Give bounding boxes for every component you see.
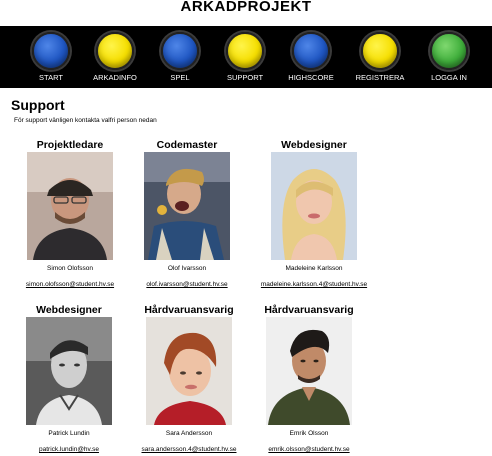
person-card: Webdesigner Patrick Lundin patrick.lundi… — [9, 304, 129, 456]
page-title: Support — [11, 97, 65, 113]
person-photo — [26, 317, 112, 425]
person-role: Webdesigner — [36, 304, 102, 316]
nav-start-label: START — [39, 73, 63, 82]
person-card: Hårdvaruansvarig Emrik Olsson emrik.olss… — [249, 304, 369, 456]
nav-arkadinfo[interactable]: ARKADINFO — [80, 26, 150, 88]
nav-registrera-button-icon — [361, 32, 399, 70]
nav-logga-in-button-icon — [430, 32, 468, 70]
person-name: Patrick Lundin — [48, 430, 90, 437]
person-name: Sara Andersson — [165, 430, 213, 437]
nav-highscore[interactable]: HIGHSCORE — [276, 26, 346, 88]
nav-highscore-button-icon — [292, 32, 330, 70]
person-photo — [271, 152, 357, 260]
person-name: Olof Ivarsson — [167, 265, 207, 272]
person-email-link[interactable]: madeleine.karlsson.4@student.hv.se — [261, 281, 367, 288]
person-role: Hårdvaruansvarig — [264, 304, 354, 316]
person-card: Projektledare Simon Olofsson simon.olofs… — [10, 139, 130, 291]
person-card: Hårdvaruansvarig Sara Andersson sara.and… — [129, 304, 249, 456]
nav-highscore-label: HIGHSCORE — [288, 73, 334, 82]
person-role: Codemaster — [156, 139, 218, 151]
nav-registrera-label: REGISTRERA — [355, 73, 405, 82]
person-email-link[interactable]: patrick.lundin@hv.se — [39, 446, 99, 453]
site-title: ARKADPROJEKT — [180, 0, 312, 15]
nav-arkadinfo-button-icon — [96, 32, 134, 70]
person-role: Projektledare — [36, 139, 104, 151]
person-card: Webdesigner Madeleine Karlsson madeleine… — [254, 139, 374, 291]
person-email-link[interactable]: simon.olofsson@student.hv.se — [26, 281, 114, 288]
nav-support-label: SUPPORT — [226, 73, 264, 82]
nav-spel-button-icon — [161, 32, 199, 70]
nav-logga-in-label: LOGGA IN — [431, 73, 467, 82]
person-photo — [266, 317, 352, 425]
person-name: Madeleine Karlsson — [285, 265, 343, 272]
nav-start-button-icon — [32, 32, 70, 70]
person-photo — [27, 152, 113, 260]
main-navigation: START ARKADINFO SPEL SUPPORT HIGHSCORE R… — [0, 26, 492, 88]
nav-spel[interactable]: SPEL — [145, 26, 215, 88]
person-role: Webdesigner — [281, 139, 347, 151]
person-photo — [144, 152, 230, 260]
nav-arkadinfo-label: ARKADINFO — [93, 73, 137, 82]
nav-spel-label: SPEL — [170, 73, 190, 82]
person-name: Emrik Olsson — [289, 430, 329, 437]
person-email-link[interactable]: emrik.olsson@student.hv.se — [268, 446, 349, 453]
person-email-link[interactable]: sara.andersson.4@student.hv.se — [141, 446, 236, 453]
person-card: Codemaster Olof Ivarsson olof.ivarsson@s… — [127, 139, 247, 291]
person-photo — [146, 317, 232, 425]
person-role: Hårdvaruansvarig — [144, 304, 234, 316]
nav-registrera[interactable]: REGISTRERA — [345, 26, 415, 88]
nav-start[interactable]: START — [16, 26, 86, 88]
person-name: Simon Olofsson — [47, 265, 93, 272]
person-email-link[interactable]: olof.ivarsson@student.hv.se — [146, 281, 227, 288]
nav-logga-in[interactable]: LOGGA IN — [414, 26, 484, 88]
intro-text: För support vänligen kontakta valfri per… — [14, 117, 157, 124]
nav-support[interactable]: SUPPORT — [210, 26, 280, 88]
nav-support-button-icon — [226, 32, 264, 70]
